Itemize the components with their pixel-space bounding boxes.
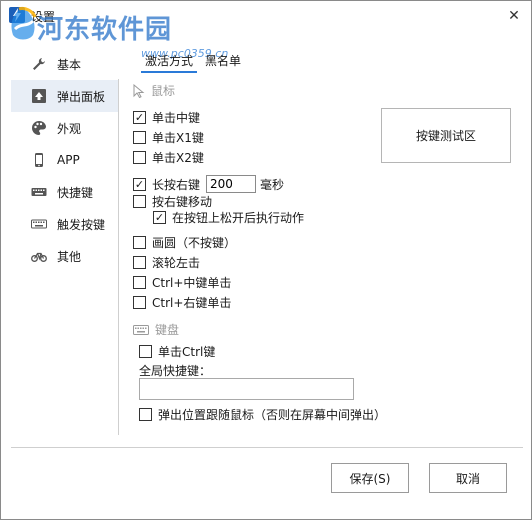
sidebar-item-hotkeys[interactable]: 快捷键: [11, 176, 119, 208]
watermark-text: 河东软件园: [37, 15, 173, 45]
release-action-label: 在按钮上松开后执行动作: [172, 210, 305, 225]
long-right-checkbox[interactable]: ✓: [133, 177, 146, 191]
ctrl-right-checkbox[interactable]: [133, 295, 146, 309]
sidebar-item-label: 基本: [57, 57, 82, 72]
global-hotkey-input[interactable]: [139, 378, 354, 400]
ctrl-middle-checkbox[interactable]: [133, 275, 146, 289]
hotkey-label-row: 全局快捷键：: [139, 361, 211, 379]
close-icon: ✕: [508, 8, 520, 24]
x1-click-checkbox[interactable]: [133, 130, 146, 144]
key-test-area[interactable]: 按键测试区: [381, 108, 511, 163]
save-button[interactable]: 保存(S): [331, 463, 409, 493]
cancel-button[interactable]: 取消: [429, 463, 507, 493]
keyboard-section-title: 键盘: [155, 323, 180, 337]
sidebar-item-appearance[interactable]: 外观: [11, 112, 119, 144]
tab-blacklist[interactable]: 黑名单: [201, 51, 245, 73]
watermark-logo-icon: [11, 7, 37, 40]
right-move-label: 按右键移动: [152, 194, 213, 209]
key-test-area-label: 按键测试区: [415, 129, 476, 143]
release-action-checkbox[interactable]: ✓: [153, 210, 166, 224]
sidebar-item-basic[interactable]: 基本: [11, 48, 119, 80]
ctrl-middle-option[interactable]: Ctrl+中键单击: [133, 273, 231, 291]
right-move-checkbox[interactable]: [133, 194, 146, 208]
x2-click-label: 单击X2键: [152, 150, 204, 165]
draw-circle-label: 画圆（不按键）: [152, 235, 237, 250]
global-hotkey-label: 全局快捷键：: [139, 363, 212, 378]
wheel-left-label: 滚轮左击: [152, 255, 201, 270]
sidebar-item-label: APP: [57, 153, 80, 167]
release-action-option[interactable]: ✓ 在按钮上松开后执行动作: [153, 208, 304, 226]
keyboard-section-header: 键盘: [133, 321, 179, 338]
duration-unit-label: 毫秒: [260, 177, 285, 192]
x1-click-option[interactable]: 单击X1键: [133, 128, 204, 146]
wheel-left-option[interactable]: 滚轮左击: [133, 253, 200, 271]
close-button[interactable]: ✕: [497, 1, 531, 31]
keyboard-icon: [31, 184, 47, 200]
sidebar-item-label: 弹出面板: [57, 89, 106, 104]
long-press-duration-input[interactable]: [206, 175, 257, 193]
ctrl-middle-label: Ctrl+中键单击: [152, 275, 232, 290]
ctrl-click-option[interactable]: 单击Ctrl键: [139, 342, 215, 360]
keyboard-outline-icon: [31, 216, 47, 232]
settings-window: 设置 ✕ 河东软件园 www.pc0359.cn 基本 弹出面板 外观 APP …: [0, 0, 532, 520]
sidebar-item-app[interactable]: APP: [11, 144, 119, 176]
ctrl-click-checkbox[interactable]: [139, 344, 152, 358]
draw-circle-checkbox[interactable]: [133, 235, 146, 249]
middle-click-option[interactable]: ✓ 单击中键: [133, 108, 200, 126]
draw-circle-option[interactable]: 画圆（不按键）: [133, 233, 236, 251]
mouse-section-header: 鼠标: [133, 82, 175, 99]
footer-divider: [11, 447, 523, 448]
x2-click-option[interactable]: 单击X2键: [133, 148, 204, 166]
mouse-cursor-icon: [133, 83, 145, 98]
keyboard-icon: [133, 324, 149, 336]
x2-click-checkbox[interactable]: [133, 150, 146, 164]
sidebar-item-label: 外观: [57, 121, 82, 136]
ctrl-right-label: Ctrl+右键单击: [152, 295, 232, 310]
follow-mouse-checkbox[interactable]: [139, 407, 152, 421]
sidebar-item-popup-panel[interactable]: 弹出面板: [11, 80, 119, 112]
popup-panel-icon: [31, 88, 47, 104]
ctrl-click-label: 单击Ctrl键: [158, 344, 216, 359]
phone-icon: [31, 152, 47, 168]
tab-bar: 激活方式 黑名单: [141, 51, 249, 73]
sidebar-item-label: 触发按键: [57, 217, 106, 232]
long-right-label: 长按右键: [152, 177, 201, 192]
follow-mouse-label: 弹出位置跟随鼠标（否则在屏幕中间弹出）: [158, 407, 387, 422]
sidebar-item-label: 其他: [57, 249, 82, 264]
sidebar-item-label: 快捷键: [57, 185, 94, 200]
palette-icon: [31, 120, 47, 136]
mouse-section-title: 鼠标: [151, 84, 176, 98]
sidebar-item-other[interactable]: 其他: [11, 240, 119, 272]
long-right-option[interactable]: ✓ 长按右键 毫秒: [133, 175, 284, 193]
sidebar: 基本 弹出面板 外观 APP 快捷键 触发按键 其他: [11, 48, 119, 272]
middle-click-checkbox[interactable]: ✓: [133, 110, 146, 124]
middle-click-label: 单击中键: [152, 110, 201, 125]
tab-activation[interactable]: 激活方式: [141, 51, 198, 73]
wheel-left-checkbox[interactable]: [133, 255, 146, 269]
sidebar-divider: [118, 79, 119, 435]
follow-mouse-option[interactable]: 弹出位置跟随鼠标（否则在屏幕中间弹出）: [139, 405, 386, 423]
x1-click-label: 单击X1键: [152, 130, 204, 145]
ctrl-right-option[interactable]: Ctrl+右键单击: [133, 293, 231, 311]
sidebar-item-trigger-keys[interactable]: 触发按键: [11, 208, 119, 240]
wrench-icon: [31, 56, 47, 72]
bicycle-icon: [31, 248, 47, 264]
